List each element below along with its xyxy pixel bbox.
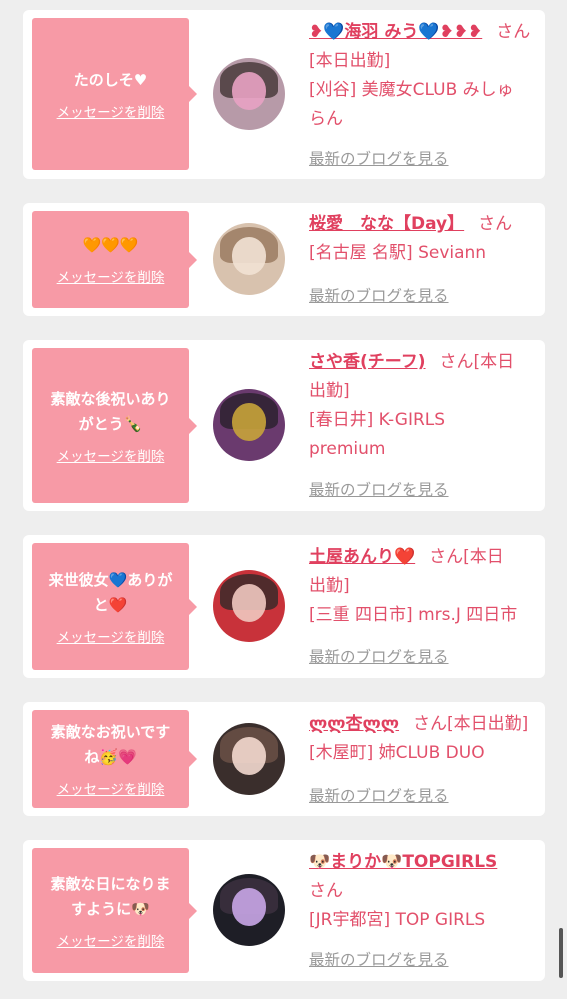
- work-status: [本日: [463, 547, 504, 567]
- cast-info: ლლ杏ლლ さん[本日出勤] [木屋町] 姉CLUB DUO: [309, 710, 539, 768]
- san-label: さん: [309, 881, 343, 901]
- delete-message-link[interactable]: メッセージを削除: [57, 930, 165, 950]
- cast-info: ❥💙海羽 みう💙❥❥❥ さん [本日出勤] [刈谷] 美魔女CLUB みしゅ らん: [309, 18, 539, 134]
- cast-name-link[interactable]: ლლ杏ლლ: [309, 714, 399, 734]
- avatar[interactable]: [213, 723, 285, 795]
- san-label: さん: [439, 352, 474, 372]
- cast-name-link[interactable]: ❥💙海羽 みう💙❥❥❥: [309, 22, 482, 42]
- message-bubble: 🧡🧡🧡 メッセージを削除: [32, 211, 197, 308]
- shop-info: [木屋町] 姉CLUB DUO: [309, 743, 485, 763]
- shop-info: [名古屋 名駅] Seviann: [309, 243, 487, 263]
- avatar[interactable]: [213, 223, 285, 295]
- work-status: [本日出勤]: [309, 51, 391, 71]
- message-bubble: 素敵な後祝いあり がとう🍾 メッセージを削除: [32, 348, 197, 503]
- cast-name-link[interactable]: さや香(チーフ): [309, 352, 426, 372]
- latest-blog-link[interactable]: 最新のブログを見る: [309, 284, 449, 306]
- delete-message-link[interactable]: メッセージを削除: [57, 266, 165, 286]
- cast-name-link[interactable]: 桜愛 なな【Day】: [309, 214, 464, 234]
- san-label: さん: [429, 547, 464, 567]
- shop-info: [JR宇都宮] TOP GIRLS: [309, 910, 486, 930]
- cast-info: さや香(チーフ) さん[本日 出勤] [春日井] K-GIRLS premium: [309, 348, 539, 464]
- shop-info: [春日井] K-GIRLS: [309, 410, 446, 430]
- latest-blog-link[interactable]: 最新のブログを見る: [309, 478, 449, 500]
- shop-info: [刈谷] 美魔女CLUB みしゅ: [309, 80, 514, 100]
- message-text: 🧡🧡🧡: [82, 236, 139, 254]
- cast-info: 桜愛 なな【Day】 さん [名古屋 名駅] Seviann: [309, 210, 539, 268]
- avatar[interactable]: [213, 874, 285, 946]
- message-text: 素敵な日になりま すように🐶: [50, 874, 171, 918]
- latest-blog-link[interactable]: 最新のブログを見る: [309, 784, 449, 806]
- latest-blog-link[interactable]: 最新のブログを見る: [309, 948, 449, 970]
- work-status: 出勤]: [309, 576, 350, 596]
- latest-blog-link[interactable]: 最新のブログを見る: [309, 645, 449, 667]
- work-status: 出勤]: [309, 381, 350, 401]
- message-text: 来世彼女💙ありが と❤️: [48, 570, 173, 614]
- delete-message-link[interactable]: メッセージを削除: [57, 778, 165, 798]
- cast-info: 🐶まりか🐶TOPGIRLS さん [JR宇都宮] TOP GIRLS: [309, 848, 539, 935]
- message-card: 素敵な後祝いあり がとう🍾 メッセージを削除 さや香(チーフ) さん[本日 出勤] …: [23, 340, 545, 511]
- avatar[interactable]: [213, 389, 285, 461]
- message-bubble: 素敵なお祝いです ね🥳💗 メッセージを削除: [32, 710, 197, 808]
- san-label: さん: [496, 22, 531, 42]
- san-label: さん: [478, 214, 513, 234]
- delete-message-link[interactable]: メッセージを削除: [57, 101, 165, 121]
- message-card: 素敵なお祝いです ね🥳💗 メッセージを削除 ლლ杏ლლ さん[本日出勤] [木屋町]…: [23, 702, 545, 816]
- work-status: [本日: [473, 352, 515, 372]
- latest-blog-link[interactable]: 最新のブログを見る: [309, 147, 449, 169]
- message-bubble: 素敵な日になりま すように🐶 メッセージを削除: [32, 848, 197, 973]
- message-text: たのしそ♥: [73, 70, 148, 89]
- shop-info: らん: [309, 109, 343, 129]
- avatar[interactable]: [213, 570, 285, 642]
- san-label: さん: [413, 714, 448, 734]
- message-text: 素敵な後祝いあり がとう🍾: [50, 389, 171, 433]
- message-card: 素敵な日になりま すように🐶 メッセージを削除 🐶まりか🐶TOPGIRLS さん …: [23, 840, 545, 981]
- shop-info: premium: [309, 439, 386, 459]
- avatar[interactable]: [213, 58, 285, 130]
- delete-message-link[interactable]: メッセージを削除: [57, 445, 165, 465]
- work-status: [本日出勤]: [447, 714, 529, 734]
- message-card: たのしそ♥ メッセージを削除 ❥💙海羽 みう💙❥❥❥ さん [本日出勤] [刈谷]…: [23, 10, 545, 179]
- message-card: 🧡🧡🧡 メッセージを削除 桜愛 なな【Day】 さん [名古屋 名駅] Sevia…: [23, 203, 545, 316]
- message-bubble: 来世彼女💙ありが と❤️ メッセージを削除: [32, 543, 197, 670]
- delete-message-link[interactable]: メッセージを削除: [57, 626, 165, 646]
- cast-name-link[interactable]: 土屋あんり❤️: [309, 547, 415, 567]
- message-card: 来世彼女💙ありが と❤️ メッセージを削除 土屋あんり❤️ さん[本日 出勤] [三…: [23, 535, 545, 678]
- scrollbar[interactable]: [559, 928, 563, 978]
- shop-info: [三重 四日市] mrs.J 四日市: [309, 605, 518, 625]
- cast-info: 土屋あんり❤️ さん[本日 出勤] [三重 四日市] mrs.J 四日市: [309, 543, 539, 630]
- message-bubble: たのしそ♥ メッセージを削除: [32, 18, 197, 170]
- cast-name-link[interactable]: 🐶まりか🐶TOPGIRLS: [309, 852, 497, 872]
- message-text: 素敵なお祝いです ね🥳💗: [50, 723, 171, 766]
